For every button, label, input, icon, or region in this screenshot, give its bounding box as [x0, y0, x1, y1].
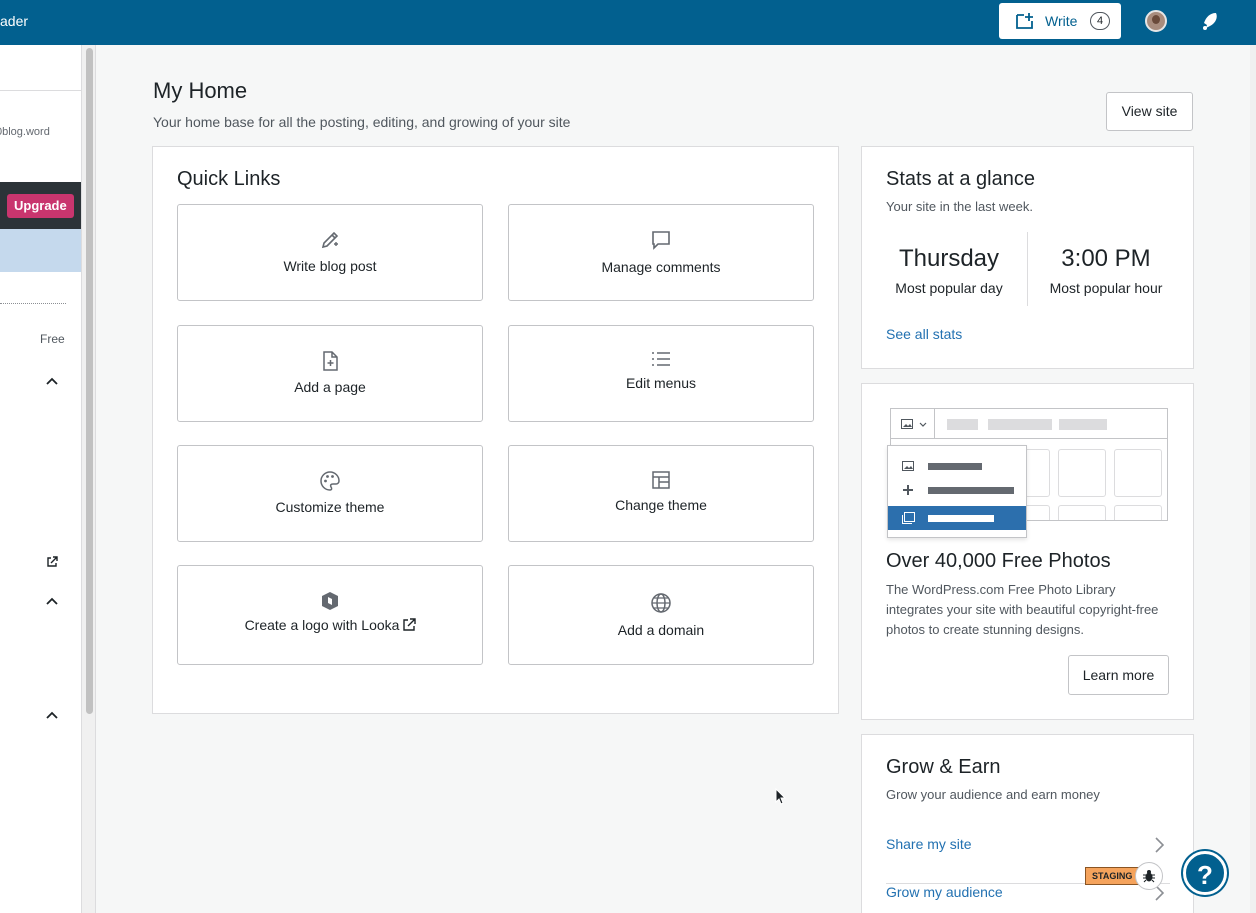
quick-link-label: Customize theme [275, 499, 385, 515]
layout-icon [652, 471, 670, 489]
external-link-icon[interactable] [46, 556, 58, 568]
write-button[interactable]: Write 4 [999, 3, 1121, 39]
masterbar: ader Write 4 [0, 0, 1256, 45]
chevron-up-icon[interactable] [46, 711, 58, 719]
stats-title: Stats at a glance [886, 168, 1035, 190]
page-subtitle: Your home base for all the posting, edit… [153, 114, 571, 130]
add-page-icon [323, 351, 338, 371]
drafts-count-badge: 4 [1090, 12, 1110, 30]
quick-link-label: Change theme [615, 497, 707, 513]
quick-link-customize-theme[interactable]: Customize theme [177, 445, 483, 542]
edit-pencil-icon [321, 231, 339, 249]
quick-link-create-logo-looka[interactable]: Create a logo with Looka [177, 565, 483, 665]
free-photos-card: Over 40,000 Free Photos The WordPress.co… [861, 383, 1194, 720]
globe-icon [651, 593, 671, 613]
quick-link-label: Write blog post [283, 258, 377, 274]
illustration-selector [891, 409, 935, 439]
illustration-tile [1058, 505, 1106, 520]
grow-earn-subtitle: Grow your audience and earn money [886, 787, 1100, 802]
quick-link-manage-comments[interactable]: Manage comments [508, 204, 814, 301]
looka-logo-icon [322, 592, 338, 610]
grow-my-audience-row[interactable]: Grow my audience [886, 884, 1170, 913]
pinwheel-icon [903, 485, 913, 495]
illustration-bar [928, 487, 1014, 494]
see-all-stats-link[interactable]: See all stats [886, 326, 962, 342]
free-photos-description: The WordPress.com Free Photo Library int… [886, 582, 1159, 637]
view-site-button[interactable]: View site [1106, 92, 1193, 131]
illustration-bar [928, 463, 982, 470]
quick-link-label: Manage comments [601, 259, 721, 275]
page-scrollbar[interactable] [1250, 45, 1256, 913]
quick-link-change-theme[interactable]: Change theme [508, 445, 814, 542]
chevron-up-icon[interactable] [46, 597, 58, 605]
illustration-placeholder [1059, 419, 1107, 430]
quick-link-label: Edit menus [625, 375, 697, 391]
quick-link-add-a-domain[interactable]: Add a domain [508, 565, 814, 665]
chevron-down-icon [919, 422, 927, 427]
quick-links-title: Quick Links [177, 168, 281, 190]
sidebar-divider [0, 90, 81, 91]
learn-more-button[interactable]: Learn more [1068, 655, 1169, 695]
mouse-cursor-icon [775, 788, 787, 805]
upgrade-button[interactable]: Upgrade [7, 194, 74, 218]
illustration-placeholder [988, 419, 1052, 430]
sidebar-separator [0, 303, 66, 304]
grow-my-audience-link[interactable]: Grow my audience [886, 884, 1003, 900]
grow-earn-title: Grow & Earn [886, 756, 1001, 778]
illustration-dropdown [887, 445, 1027, 538]
quick-link-label: Add a domain [617, 622, 705, 638]
chevron-right-icon [1155, 837, 1164, 853]
bug-report-button[interactable] [1135, 862, 1163, 890]
help-button[interactable]: ? [1183, 851, 1227, 895]
external-link-icon [403, 618, 416, 631]
write-label: Write [1045, 13, 1078, 29]
popular-day-value: Thursday [898, 245, 1000, 272]
illustration-tile [1114, 449, 1162, 497]
sidebar-scrollbar-thumb[interactable] [86, 48, 93, 714]
illustration-dropdown-row-active [888, 506, 1026, 530]
chevron-up-icon[interactable] [46, 377, 58, 385]
quick-links-card: Quick Links Write blog post Manage comme… [152, 146, 839, 714]
sidebar: 0blog.word Upgrade Free [0, 45, 82, 913]
popular-hour-label: Most popular hour [1049, 280, 1163, 296]
share-my-site-link[interactable]: Share my site [886, 836, 972, 852]
sidebar-item-my-home[interactable] [0, 229, 81, 272]
palette-icon [320, 471, 340, 491]
free-photos-title: Over 40,000 Free Photos [886, 550, 1111, 572]
staging-badge: STAGING [1085, 867, 1140, 885]
gallery-icon [902, 512, 915, 524]
quick-link-label: Create a logo with Looka [244, 617, 400, 633]
quick-link-edit-menus[interactable]: Edit menus [508, 325, 814, 422]
notifications-bell-icon[interactable] [1200, 11, 1220, 31]
stats-card: Stats at a glance Your site in the last … [861, 146, 1194, 369]
comment-icon [652, 231, 670, 250]
illustration-bar [928, 515, 994, 522]
sidebar-plan-row: Upgrade [0, 182, 81, 229]
menu-list-icon [652, 352, 670, 366]
illustration-tile [1058, 449, 1106, 497]
user-avatar[interactable] [1145, 10, 1167, 32]
image-icon [901, 419, 913, 429]
stats-subtitle: Your site in the last week. [886, 199, 1033, 214]
illustration-placeholder [947, 419, 978, 430]
illustration-tile [1114, 505, 1162, 520]
help-icon: ? [1197, 860, 1213, 890]
reader-link[interactable]: ader [0, 13, 28, 29]
image-icon [902, 461, 914, 471]
page-title: My Home [153, 78, 248, 103]
stats-divider [1027, 232, 1028, 306]
illustration-toolbar [891, 409, 1167, 439]
quick-link-label: Add a page [294, 379, 366, 395]
popular-day-label: Most popular day [895, 280, 1003, 296]
illustration-dropdown-row [888, 478, 1026, 502]
popular-hour-value: 3:00 PM [1061, 245, 1151, 272]
plan-badge: Free [40, 332, 65, 346]
site-url[interactable]: 0blog.word [0, 126, 50, 138]
quick-link-write-blog-post[interactable]: Write blog post [177, 204, 483, 301]
quick-link-add-a-page[interactable]: Add a page [177, 325, 483, 422]
illustration-dropdown-row [888, 454, 1026, 478]
bug-icon [1143, 870, 1155, 883]
write-icon [1016, 13, 1033, 29]
